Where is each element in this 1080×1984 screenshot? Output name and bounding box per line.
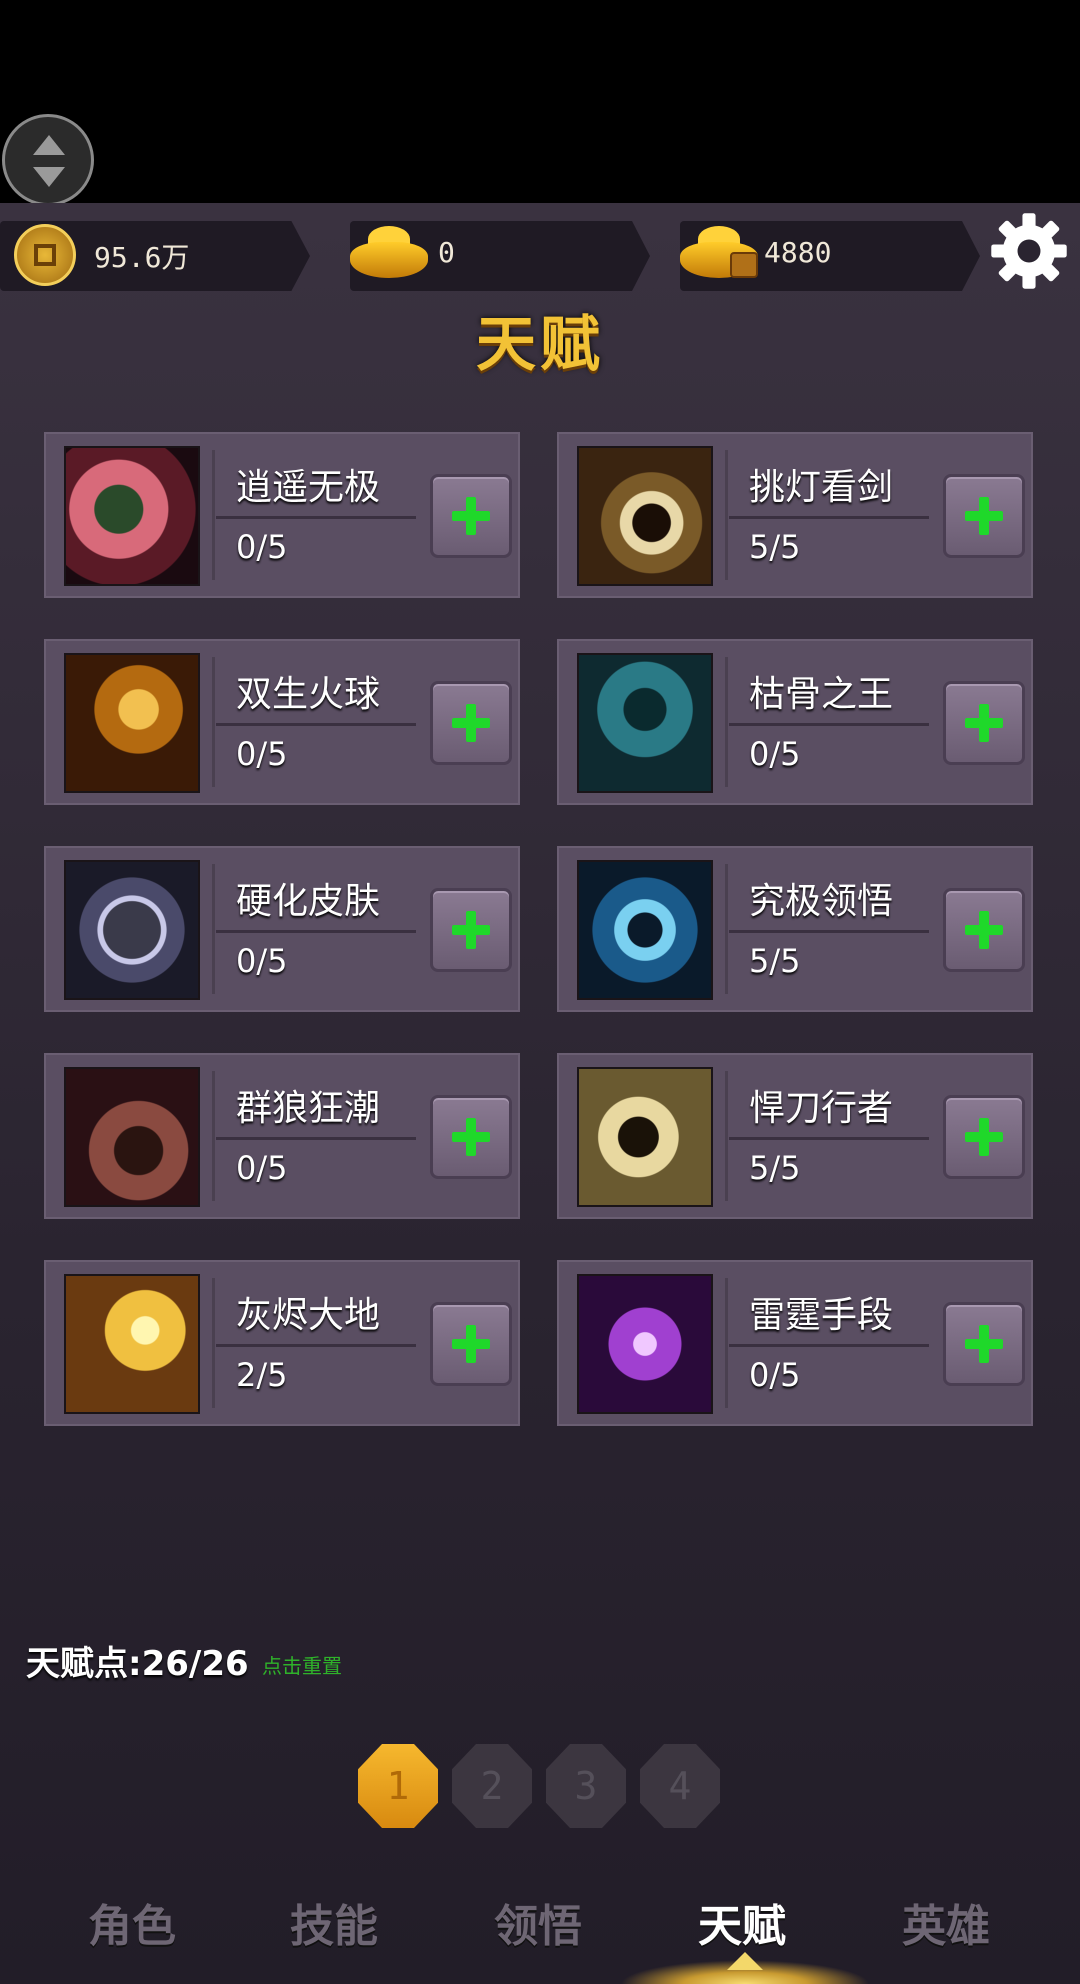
- upgrade-plus-button[interactable]: [430, 1302, 512, 1386]
- arrow-down-icon: [33, 167, 65, 187]
- gold-ingot-icon: [350, 226, 428, 278]
- copper-coin-icon: [14, 224, 76, 286]
- locked-ingot-amount: 4880: [764, 236, 832, 269]
- card-divider: [725, 864, 728, 994]
- locked-ingot-icon: [680, 226, 758, 278]
- talent-level: 0/5: [236, 942, 288, 980]
- upgrade-plus-button[interactable]: [430, 888, 512, 972]
- card-separator: [216, 723, 416, 726]
- card-divider: [212, 864, 215, 994]
- talent-art-icon: [64, 860, 200, 1000]
- settings-gear-icon[interactable]: [988, 210, 1070, 292]
- talent-card: 枯骨之王 0/5: [557, 639, 1033, 805]
- talent-card: 雷霆手段 0/5: [557, 1260, 1033, 1426]
- talent-name: 群狼狂潮: [236, 1088, 381, 1129]
- card-separator: [729, 516, 929, 519]
- talent-art-icon: [64, 1067, 200, 1207]
- talent-level: 2/5: [236, 1356, 288, 1394]
- card-divider: [212, 450, 215, 580]
- talent-name: 雷霆手段: [749, 1295, 894, 1336]
- tab-character[interactable]: 角色: [88, 1890, 176, 1954]
- arrow-up-icon: [33, 135, 65, 155]
- card-divider: [212, 657, 215, 787]
- talent-card: 究极领悟 5/5: [557, 846, 1033, 1012]
- upgrade-plus-button[interactable]: [943, 1302, 1025, 1386]
- reset-talents-link[interactable]: 点击重置: [262, 1650, 342, 1679]
- upgrade-plus-button[interactable]: [943, 1095, 1025, 1179]
- talent-name: 挑灯看剑: [749, 467, 894, 508]
- talent-card: 双生火球 0/5: [44, 639, 520, 805]
- card-divider: [212, 1071, 215, 1201]
- talent-level: 5/5: [749, 1149, 801, 1187]
- card-separator: [729, 1344, 929, 1347]
- talent-name: 硬化皮肤: [236, 881, 381, 922]
- talent-art-icon: [64, 653, 200, 793]
- card-divider: [212, 1278, 215, 1408]
- card-separator: [216, 516, 416, 519]
- talent-name: 悍刀行者: [749, 1088, 894, 1129]
- talent-art-icon: [577, 653, 713, 793]
- talent-name: 灰烬大地: [236, 1295, 381, 1336]
- status-bar-area: [0, 0, 1080, 203]
- card-separator: [216, 930, 416, 933]
- talent-level: 0/5: [749, 1356, 801, 1394]
- scroll-toggle-button[interactable]: [2, 114, 94, 206]
- talent-points-counter: 天赋点:26/26: [26, 1644, 249, 1684]
- tab-comprehension[interactable]: 领悟: [494, 1890, 582, 1954]
- card-divider: [725, 657, 728, 787]
- talent-level: 0/5: [236, 528, 288, 566]
- upgrade-plus-button[interactable]: [430, 474, 512, 558]
- talent-card: 悍刀行者 5/5: [557, 1053, 1033, 1219]
- card-separator: [216, 1137, 416, 1140]
- talent-art-icon: [577, 1274, 713, 1414]
- coin-amount: 95.6万: [94, 241, 190, 274]
- talent-name: 双生火球: [236, 674, 381, 715]
- talent-card: 群狼狂潮 0/5: [44, 1053, 520, 1219]
- upgrade-plus-button[interactable]: [943, 474, 1025, 558]
- card-separator: [216, 1344, 416, 1347]
- talent-name: 究极领悟: [749, 881, 894, 922]
- talent-card: 灰烬大地 2/5: [44, 1260, 520, 1426]
- talent-art-icon: [577, 860, 713, 1000]
- talent-card: 逍遥无极 0/5: [44, 432, 520, 598]
- talent-card: 硬化皮肤 0/5: [44, 846, 520, 1012]
- card-divider: [725, 1071, 728, 1201]
- card-separator: [729, 1137, 929, 1140]
- talent-art-icon: [577, 446, 713, 586]
- talent-level: 0/5: [236, 1149, 288, 1187]
- card-divider: [725, 1278, 728, 1408]
- talent-level: 5/5: [749, 942, 801, 980]
- talent-art-icon: [64, 446, 200, 586]
- card-divider: [725, 450, 728, 580]
- talent-level: 0/5: [749, 735, 801, 773]
- talent-art-icon: [577, 1067, 713, 1207]
- tab-talent[interactable]: 天赋: [698, 1890, 786, 1954]
- ingot-amount: 0: [438, 236, 455, 269]
- tab-skills[interactable]: 技能: [290, 1890, 378, 1954]
- talent-name: 枯骨之王: [749, 674, 894, 715]
- tab-heroes[interactable]: 英雄: [902, 1890, 990, 1954]
- upgrade-plus-button[interactable]: [430, 1095, 512, 1179]
- card-separator: [729, 723, 929, 726]
- talent-level: 0/5: [236, 735, 288, 773]
- upgrade-plus-button[interactable]: [943, 888, 1025, 972]
- talent-level: 5/5: [749, 528, 801, 566]
- page-title: 天赋: [476, 310, 604, 380]
- upgrade-plus-button[interactable]: [430, 681, 512, 765]
- talent-card: 挑灯看剑 5/5: [557, 432, 1033, 598]
- talent-art-icon: [64, 1274, 200, 1414]
- active-tab-caret-icon: [727, 1952, 763, 1970]
- upgrade-plus-button[interactable]: [943, 681, 1025, 765]
- talent-name: 逍遥无极: [236, 467, 381, 508]
- card-separator: [729, 930, 929, 933]
